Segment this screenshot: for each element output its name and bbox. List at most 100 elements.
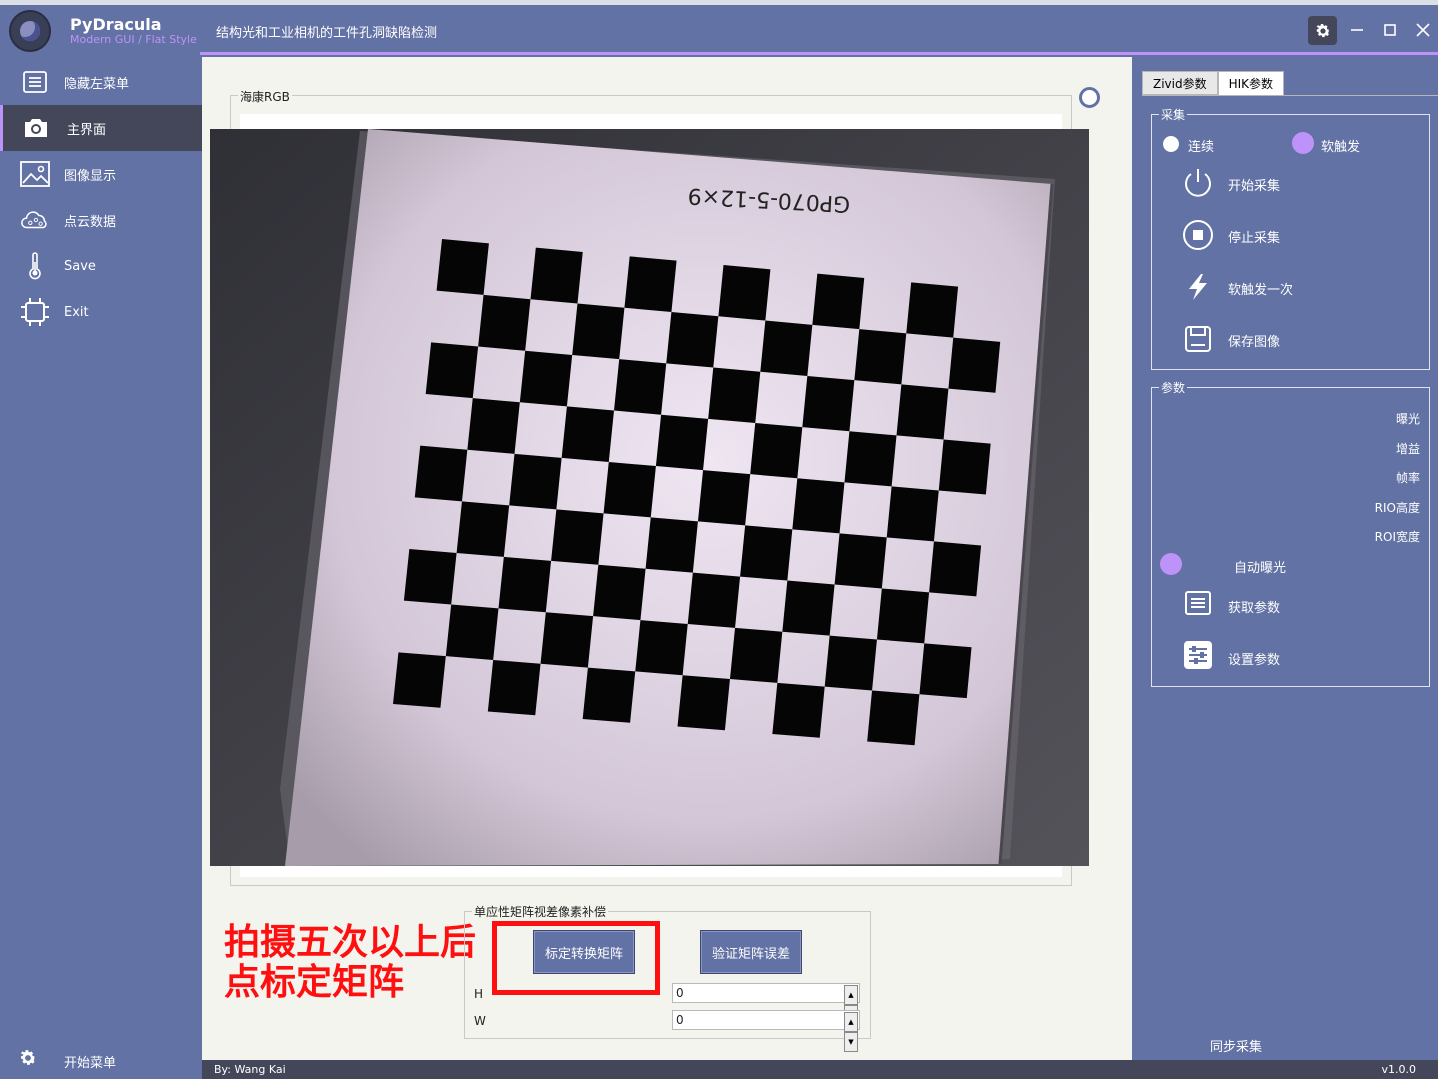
camera-icon [21, 113, 51, 143]
maximize-button[interactable] [1375, 15, 1405, 45]
chessboard-square [425, 342, 479, 399]
chessboard-square [929, 541, 982, 597]
chessboard-square [938, 439, 991, 495]
version-text: v1.0.0 [1381, 1063, 1417, 1076]
w-spinbox[interactable]: 0 ▲ ▼ [672, 1010, 860, 1052]
app-subtitle: Modern GUI / Flat Style [70, 33, 197, 46]
chessboard-square [666, 312, 719, 368]
thermometer-icon [20, 251, 50, 281]
start-menu-button[interactable]: 开始菜单 [0, 1038, 202, 1078]
soft-trigger-radio[interactable] [1292, 132, 1314, 154]
sync-capture-button[interactable]: 同步采集 [1210, 1036, 1262, 1055]
chessboard-square [867, 690, 920, 746]
image-top-strip [240, 114, 1062, 130]
minimize-icon [1351, 29, 1363, 31]
calibration-group-title: 单应性矩阵视差像素补偿 [472, 903, 609, 920]
chessboard-square [487, 659, 541, 716]
continuous-radio[interactable] [1163, 136, 1179, 152]
chessboard-square [519, 350, 573, 407]
h-spinbox[interactable]: 0 ▲▼ [672, 983, 860, 1025]
settings-button[interactable] [1308, 16, 1337, 45]
chessboard-square [614, 359, 667, 415]
chessboard-square [603, 461, 656, 518]
continuous-label: 连续 [1188, 140, 1215, 155]
chessboard-square [802, 375, 855, 432]
menu-item-home[interactable]: 主界面 [0, 105, 202, 151]
chessboard-square [834, 533, 887, 589]
w-up-arrow-icon[interactable]: ▲ [844, 1012, 858, 1032]
chessboard-square [919, 643, 972, 699]
set-params-label[interactable]: 设置参数 [1228, 649, 1280, 668]
chessboard-square [718, 265, 771, 321]
cloud-icon [20, 205, 50, 235]
app-description: 结构光和工业相机的工件孔洞缺陷检测 [216, 26, 438, 41]
credit-text: By: Wang Kai [214, 1063, 286, 1076]
main-content: 海康RGB GP070-5-12×9 拍摄五次以上后 点标定矩阵 单应性矩阵视差… [202, 57, 1132, 1060]
camera-image[interactable]: GP070-5-12×9 [210, 129, 1089, 866]
image-bottom-strip [240, 865, 1062, 877]
get-params-label[interactable]: 获取参数 [1228, 597, 1280, 616]
w-spin-arrows[interactable]: ▲ ▼ [844, 1012, 858, 1052]
chessboard-square [393, 652, 446, 708]
chessboard-square [445, 604, 499, 660]
lightning-icon[interactable] [1180, 269, 1216, 305]
right-panel: Zivid参数 HIK参数 采集 连续 软触发 开始采集 停止采集 软触发一次 … [1132, 57, 1438, 1060]
chessboard-square [740, 525, 793, 581]
gear-icon [1316, 23, 1330, 37]
power-icon[interactable] [1180, 165, 1216, 201]
framerate-label: 帧率 [1395, 471, 1420, 485]
menu-item-save[interactable]: Save [0, 243, 202, 289]
w-down-arrow-icon[interactable]: ▼ [844, 1032, 858, 1052]
menu-item-exit[interactable]: Exit [0, 289, 202, 335]
h-label: H [474, 987, 484, 1001]
params-group-title: 参数 [1159, 379, 1188, 396]
gain-label: 增益 [1395, 442, 1420, 456]
menu-toggle-button[interactable]: 隐藏左菜单 [0, 59, 202, 105]
roi-width-label: ROI宽度 [1374, 530, 1420, 544]
close-button[interactable] [1408, 15, 1438, 45]
h-value: 0 [676, 986, 684, 1000]
menu-item-exit-label: Exit [64, 304, 89, 320]
save-disk-icon[interactable] [1180, 321, 1216, 357]
annotation-text: 拍摄五次以上后 点标定矩阵 [224, 923, 476, 1003]
chessboard-square [414, 445, 468, 502]
start-capture-label[interactable]: 开始采集 [1228, 175, 1280, 194]
soft-trigger-label: 软触发 [1321, 140, 1361, 155]
minimize-button[interactable] [1342, 15, 1372, 45]
menu-item-pointcloud[interactable]: 点云数据 [0, 197, 202, 243]
h-up-arrow-icon[interactable]: ▲ [844, 985, 858, 1005]
image-icon [20, 159, 50, 189]
verify-matrix-button[interactable]: 验证矩阵误差 [700, 930, 802, 974]
chessboard-square [530, 247, 583, 304]
menu-item-pointcloud-label: 点云数据 [64, 214, 117, 230]
soft-trigger-once-label[interactable]: 软触发一次 [1228, 279, 1293, 298]
stop-capture-label[interactable]: 停止采集 [1228, 227, 1280, 246]
exposure-label: 曝光 [1395, 412, 1420, 426]
chessboard-square [624, 256, 677, 313]
chessboard-square [824, 635, 877, 691]
title-bar[interactable]: PyDracula Modern GUI / Flat Style 结构光和工业… [0, 5, 1438, 55]
tab-hik[interactable]: HIK参数 [1217, 71, 1285, 95]
sliders-icon[interactable] [1180, 637, 1216, 673]
chessboard-square [478, 294, 531, 351]
chessboard-square [697, 470, 751, 526]
save-image-label[interactable]: 保存图像 [1228, 331, 1280, 350]
chessboard-square [561, 406, 614, 462]
chessboard-square [551, 509, 604, 565]
chessboard-square [750, 422, 803, 479]
start-menu-label: 开始菜单 [64, 1056, 117, 1071]
status-indicator [1079, 87, 1100, 108]
h-spin-arrows[interactable]: ▲▼ [844, 985, 858, 1025]
maximize-icon [1384, 24, 1396, 36]
chessboard-square [467, 398, 520, 454]
list-icon[interactable] [1180, 585, 1216, 621]
menu-item-image[interactable]: 图像显示 [0, 151, 202, 197]
stop-icon[interactable] [1180, 217, 1216, 253]
menu-item-image-label: 图像显示 [64, 168, 117, 184]
auto-exposure-toggle[interactable] [1160, 553, 1182, 575]
close-icon [1416, 23, 1430, 37]
annotation-highlight-box [492, 921, 660, 995]
chessboard-square [854, 329, 907, 385]
tab-zivid[interactable]: Zivid参数 [1142, 71, 1218, 95]
chessboard-square [760, 320, 813, 376]
